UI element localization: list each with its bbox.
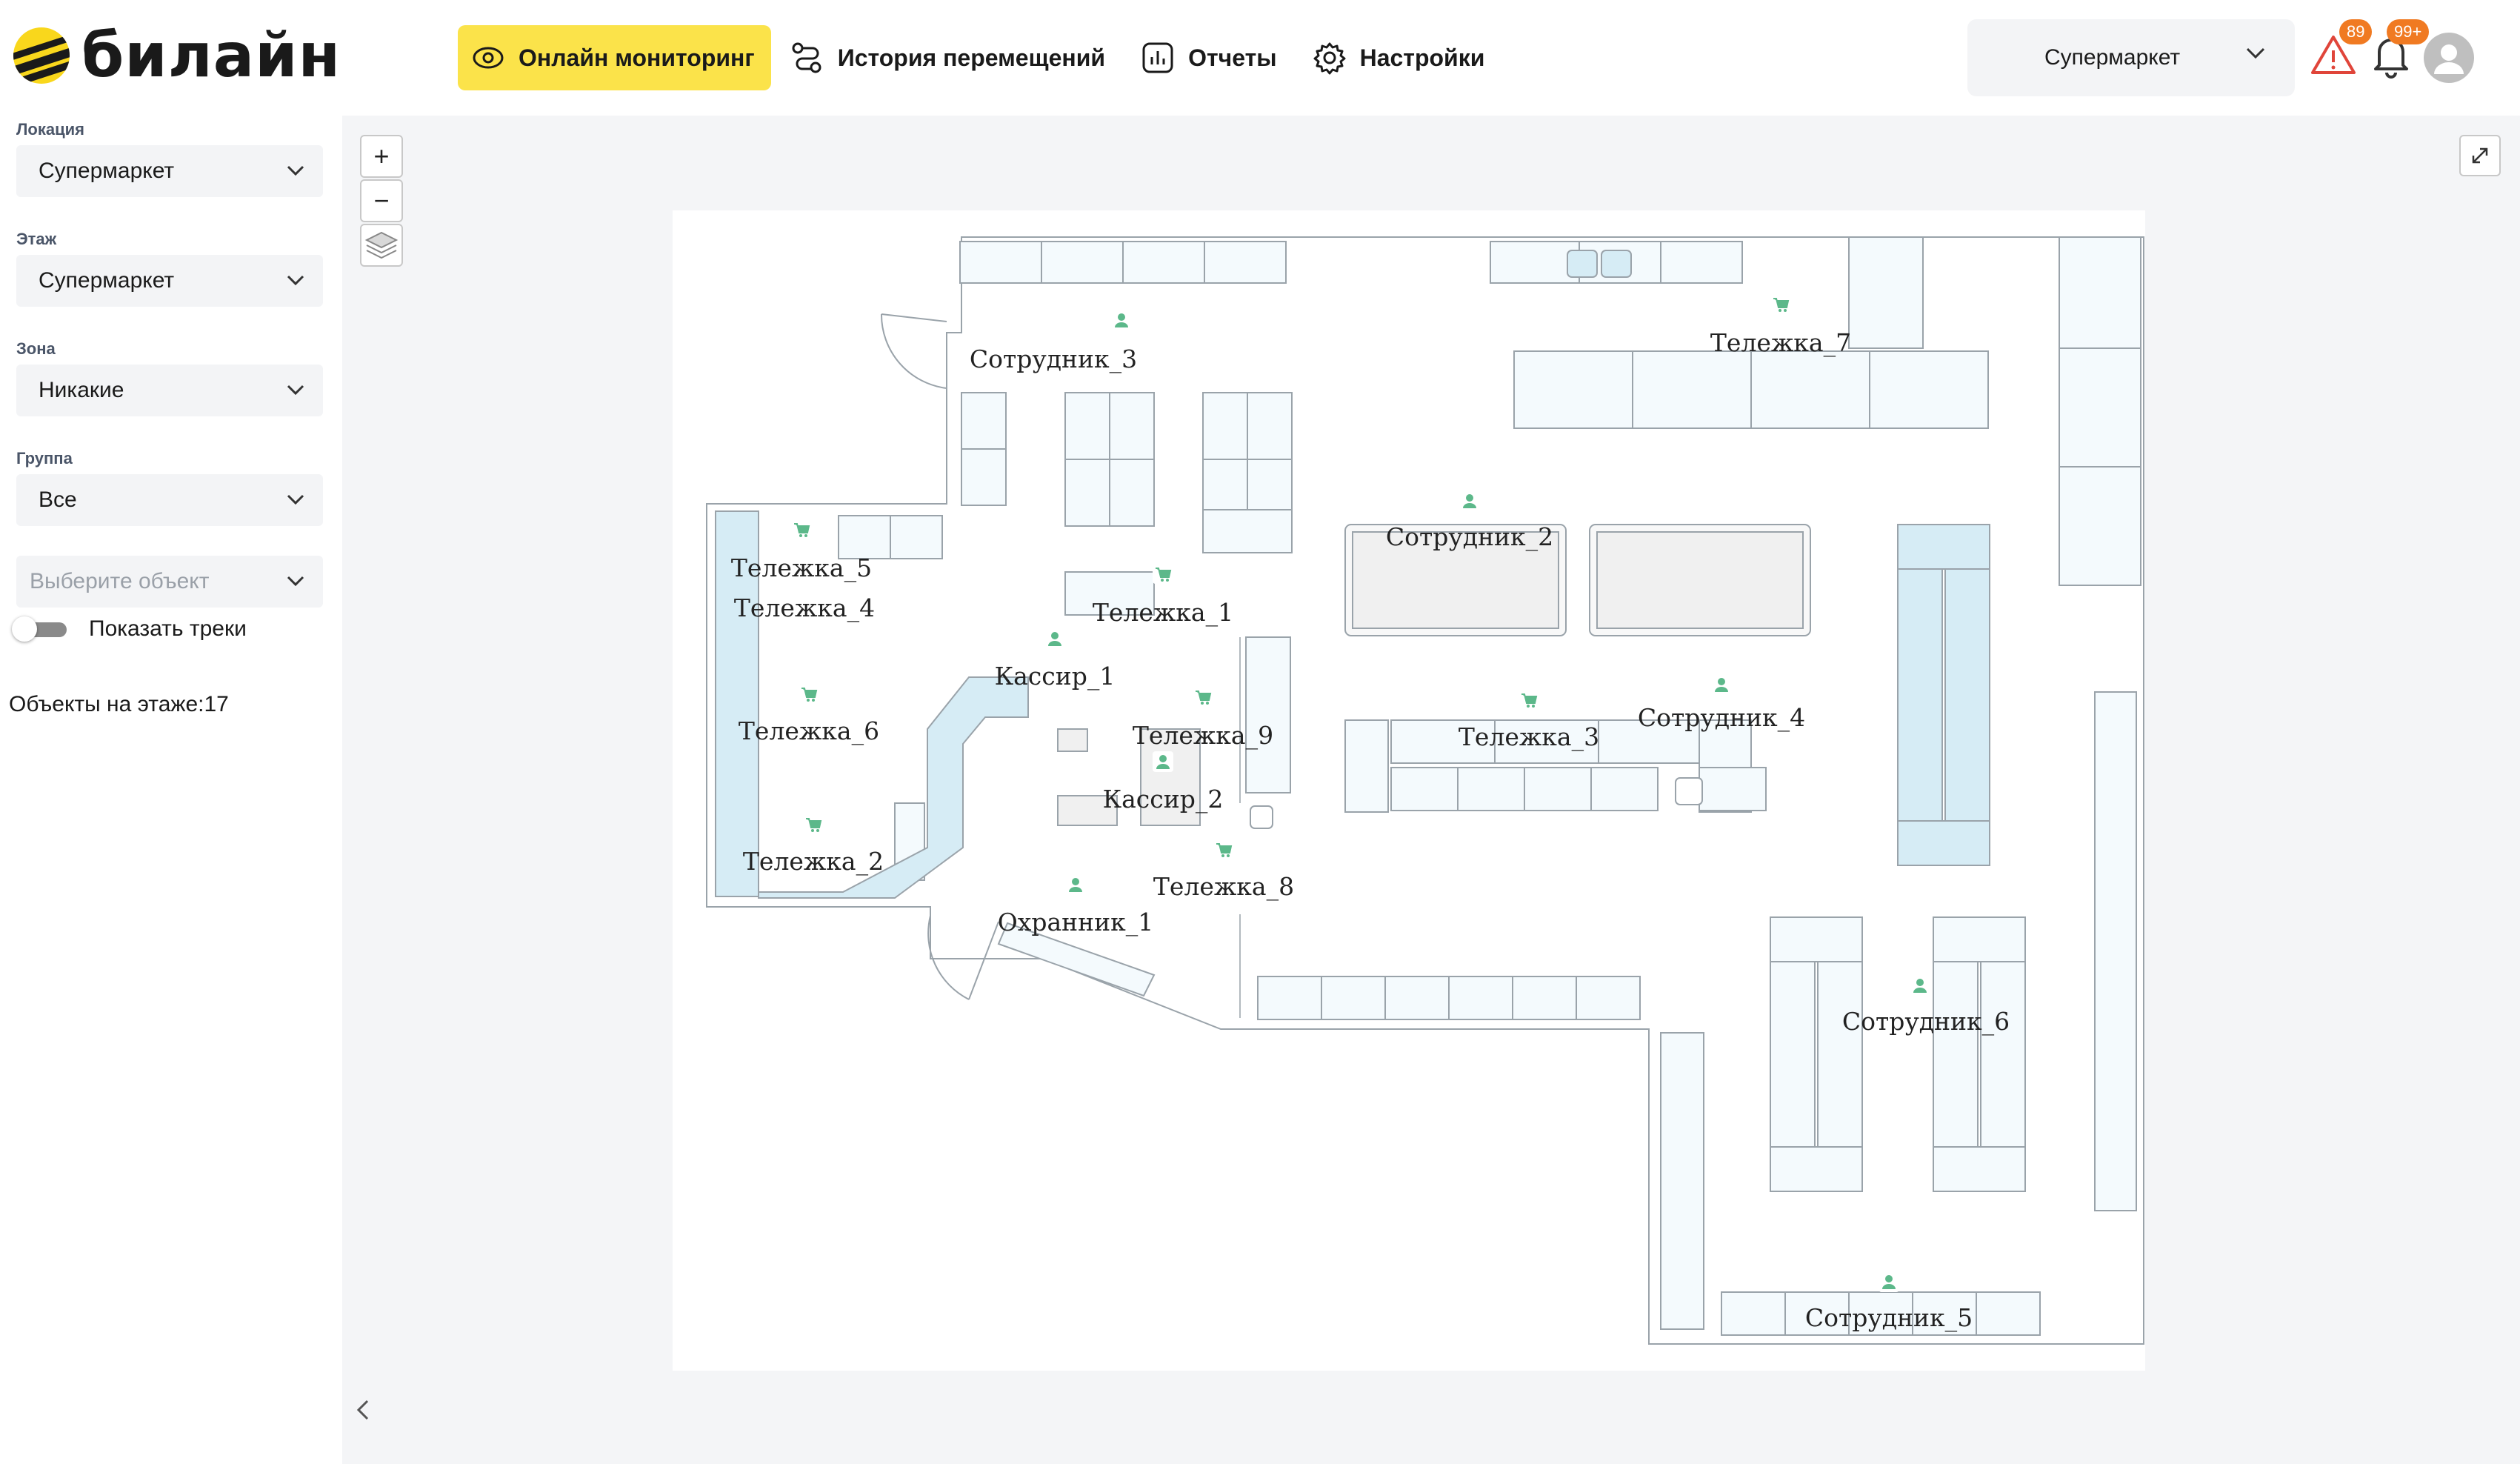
chevron-down-icon xyxy=(287,576,304,587)
zone-field: Зона Никакие xyxy=(16,339,323,416)
label-employee-6: Сотрудник_6 xyxy=(1842,1007,2010,1037)
collapse-sidebar-arrow-icon[interactable] xyxy=(356,1399,370,1421)
nav-label: Онлайн мониторинг xyxy=(519,44,755,71)
location-label: Локация xyxy=(16,120,85,139)
layers-icon xyxy=(364,231,399,259)
label-cart-5: Тележка_5 xyxy=(731,553,872,583)
zone-label: Зона xyxy=(16,339,56,358)
fullscreen-button[interactable] xyxy=(2459,135,2501,176)
beeline-logo[interactable]: билайн xyxy=(13,20,341,91)
objects-count: Объекты на этаже:17 xyxy=(9,692,229,716)
logo-text: билайн xyxy=(81,20,341,91)
chevron-down-icon xyxy=(287,494,304,505)
logo-ball-icon xyxy=(13,27,70,84)
notifications-button[interactable]: 99+ xyxy=(2366,19,2430,80)
store-select-value: Супермаркет xyxy=(2044,45,2181,70)
label-cart-8: Тележка_8 xyxy=(1153,872,1294,902)
nav-online-monitoring[interactable]: Онлайн мониторинг xyxy=(458,25,771,90)
object-select[interactable]: Выберите объект xyxy=(16,556,323,608)
show-tracks-row: Показать треки xyxy=(12,616,247,642)
expand-icon xyxy=(2472,147,2488,164)
location-value: Супермаркет xyxy=(39,159,175,183)
object-field: Выберите объект xyxy=(16,556,323,608)
floor-field: Этаж Супермаркет xyxy=(16,230,323,307)
marker-cart-5-cart-icon[interactable] xyxy=(791,519,812,539)
marker-cart-6-cart-icon[interactable] xyxy=(799,683,819,704)
label-cart-9: Тележка_9 xyxy=(1133,721,1273,751)
chevron-down-icon xyxy=(287,275,304,286)
nav-label: Отчеты xyxy=(1188,44,1277,71)
label-employee-3: Сотрудник_3 xyxy=(970,345,1137,374)
nav-reports[interactable]: Отчеты xyxy=(1127,25,1293,90)
route-icon xyxy=(792,42,821,73)
nav-settings[interactable]: Настройки xyxy=(1299,25,1501,90)
label-guard-1: Охранник_1 xyxy=(998,908,1154,937)
marker-cart-9-cart-icon[interactable] xyxy=(1193,686,1213,707)
show-tracks-label: Показать треки xyxy=(89,616,247,641)
group-value: Все xyxy=(39,488,77,512)
chevron-down-icon xyxy=(287,165,304,176)
marker-cashier-1-person-icon[interactable] xyxy=(1044,628,1065,649)
location-select[interactable]: Супермаркет xyxy=(16,145,323,197)
label-employee-5: Сотрудник_5 xyxy=(1805,1303,1973,1333)
layers-button[interactable] xyxy=(360,224,403,267)
nav-label: Настройки xyxy=(1359,44,1485,71)
marker-guard-1-person-icon[interactable] xyxy=(1065,874,1086,895)
marker-cart-7-cart-icon[interactable] xyxy=(1770,293,1791,314)
marker-employee-3-person-icon[interactable] xyxy=(1111,310,1132,330)
label-employee-2: Сотрудник_2 xyxy=(1386,522,1553,552)
label-cart-4: Тележка_4 xyxy=(734,593,875,623)
chevron-down-icon xyxy=(2246,47,2265,59)
label-cashier-2: Кассир_2 xyxy=(1103,785,1224,814)
marker-employee-6-person-icon[interactable] xyxy=(1910,975,1930,996)
zone-value: Никакие xyxy=(39,378,124,402)
marker-cart-3-cart-icon[interactable] xyxy=(1519,689,1539,710)
floor-label: Этаж xyxy=(16,230,57,248)
zoom-out-button[interactable]: − xyxy=(360,179,403,222)
marker-employee-4-person-icon[interactable] xyxy=(1711,674,1732,695)
floor-plan[interactable]: Сотрудник_3 Тележка_7 Тележка_5 Тележка_… xyxy=(673,210,2145,1371)
nav-movement-history[interactable]: История перемещений xyxy=(777,25,1121,90)
object-placeholder: Выберите объект xyxy=(30,569,210,593)
user-icon xyxy=(2434,44,2464,74)
label-cart-6: Тележка_6 xyxy=(739,716,879,746)
marker-employee-2-person-icon[interactable] xyxy=(1459,490,1480,511)
marker-cart-1-cart-icon[interactable] xyxy=(1153,563,1173,584)
label-cashier-1: Кассир_1 xyxy=(995,662,1116,691)
zoom-in-button[interactable]: + xyxy=(360,135,403,178)
group-label: Группа xyxy=(16,449,73,468)
filter-sidebar: Локация Супермаркет Этаж Супермаркет Зон… xyxy=(0,116,342,1464)
report-icon xyxy=(1142,42,1173,73)
label-cart-2: Тележка_2 xyxy=(743,847,884,876)
floor-plan-svg: Сотрудник_3 Тележка_7 Тележка_5 Тележка_… xyxy=(706,236,2144,1345)
label-cart-1: Тележка_1 xyxy=(1093,598,1233,628)
marker-cart-8-cart-icon[interactable] xyxy=(1213,839,1234,859)
label-cart-3: Тележка_3 xyxy=(1459,722,1599,752)
gear-icon xyxy=(1313,42,1346,75)
marker-employee-5-person-icon[interactable] xyxy=(1879,1271,1899,1292)
marker-cashier-2-person-icon[interactable] xyxy=(1153,751,1173,772)
group-field: Группа Все xyxy=(16,449,323,526)
store-select[interactable]: Супермаркет xyxy=(1967,19,2295,96)
zone-select[interactable]: Никакие xyxy=(16,365,323,416)
main-nav: Онлайн мониторинг История перемещений От… xyxy=(458,25,1507,90)
eye-icon xyxy=(473,47,504,69)
alerts-button[interactable]: 89 xyxy=(2308,19,2373,80)
floor-value: Супермаркет xyxy=(39,268,175,293)
show-tracks-toggle[interactable] xyxy=(12,616,68,642)
chevron-down-icon xyxy=(287,385,304,396)
notifications-badge: 99+ xyxy=(2387,19,2430,44)
floor-select[interactable]: Супермаркет xyxy=(16,255,323,307)
location-field: Локация Супермаркет xyxy=(16,120,323,197)
nav-label: История перемещений xyxy=(837,44,1106,71)
label-employee-4: Сотрудник_4 xyxy=(1638,703,1805,733)
label-cart-7: Тележка_7 xyxy=(1710,328,1851,358)
marker-cart-2-cart-icon[interactable] xyxy=(803,813,824,834)
avatar[interactable] xyxy=(2424,33,2474,83)
group-select[interactable]: Все xyxy=(16,474,323,526)
top-header: билайн Онлайн мониторинг История перемещ… xyxy=(0,0,2520,116)
